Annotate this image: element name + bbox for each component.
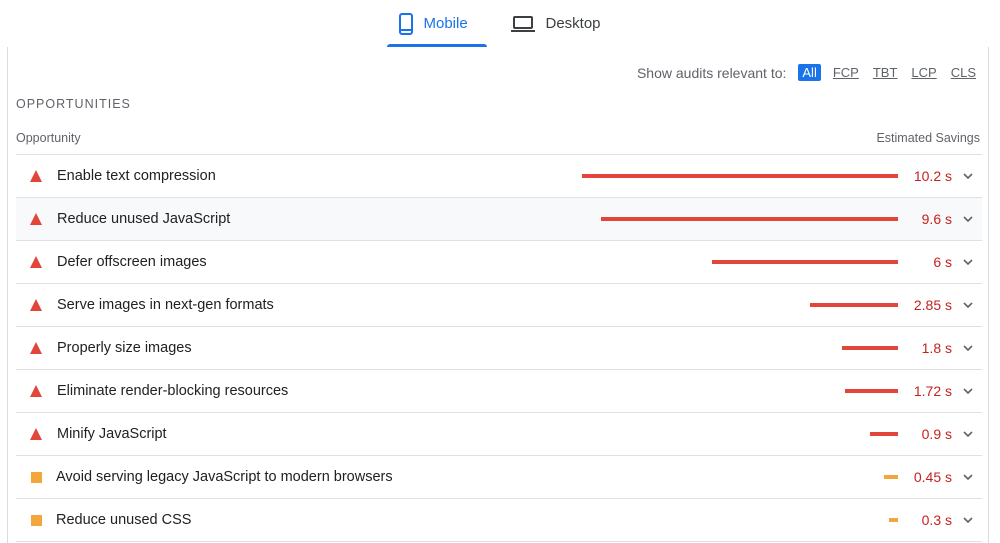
tab-desktop[interactable]: Desktop [499,0,612,47]
tab-desktop-label: Desktop [545,15,601,32]
savings-bar [582,174,898,178]
savings-value: 10.2 s [913,168,952,184]
section-title: OPPORTUNITIES [16,97,131,111]
savings-value: 2.85 s [913,297,952,313]
opportunity-row[interactable]: Properly size images 1.8 s [16,327,982,370]
fail-triangle-icon [30,428,42,440]
opportunity-row[interactable]: Enable text compression 10.2 s [16,155,982,198]
filter-chip-fcp[interactable]: FCP [831,64,861,81]
savings-bar [712,260,898,264]
average-square-icon [31,515,42,526]
opportunity-title: Properly size images [57,340,192,356]
column-header: Opportunity Estimated Savings [16,131,980,145]
chevron-down-icon[interactable] [962,213,974,225]
column-opportunity: Opportunity [16,131,81,145]
average-square-icon [31,472,42,483]
opportunity-title: Minify JavaScript [57,426,167,442]
chevron-down-icon[interactable] [962,385,974,397]
savings-value: 0.3 s [921,512,952,528]
fail-triangle-icon [30,342,42,354]
fail-triangle-icon [30,299,42,311]
opportunity-list: Enable text compression 10.2 s Reduce unus… [16,154,982,542]
opportunity-row[interactable]: Serve images in next-gen formats 2.85 s [16,284,982,327]
fail-triangle-icon [30,213,42,225]
opportunity-row[interactable]: Defer offscreen images 6 s [16,241,982,284]
chevron-down-icon[interactable] [962,428,974,440]
savings-value: 0.9 s [921,426,952,442]
opportunity-title: Avoid serving legacy JavaScript to moder… [56,469,393,485]
smartphone-icon [399,12,414,35]
savings-bar [810,303,898,307]
savings-value: 0.45 s [913,469,952,485]
savings-bar [842,346,898,350]
savings-value: 9.6 s [921,211,952,227]
opportunity-title: Defer offscreen images [57,254,207,270]
savings-value: 6 s [933,254,952,270]
chevron-down-icon[interactable] [962,342,974,354]
tab-mobile[interactable]: Mobile [387,0,488,47]
savings-bar [601,217,898,221]
opportunity-title: Eliminate render-blocking resources [57,383,289,399]
filter-chip-tbt[interactable]: TBT [871,64,900,81]
opportunity-title: Serve images in next-gen formats [57,297,274,313]
filter-chip-all[interactable]: All [798,64,821,81]
opportunity-row[interactable]: Eliminate render-blocking resources 1.72 … [16,370,982,413]
opportunity-row[interactable]: Reduce unused JavaScript 9.6 s [16,198,982,241]
filter-chip-cls[interactable]: CLS [949,64,978,81]
fail-triangle-icon [30,385,42,397]
fail-triangle-icon [30,170,42,182]
opportunity-title: Enable text compression [57,168,216,184]
fail-triangle-icon [30,256,42,268]
chevron-down-icon[interactable] [962,514,974,526]
opportunity-row[interactable]: Minify JavaScript 0.9 s [16,413,982,456]
report-panel: Show audits relevant to: All FCP TBT LCP… [7,47,989,543]
opportunity-row[interactable]: Avoid serving legacy JavaScript to moder… [16,456,982,499]
column-estimated-savings: Estimated Savings [876,131,980,145]
savings-value: 1.72 s [913,383,952,399]
filter-label: Show audits relevant to: [636,64,787,81]
device-tabs: Mobile Desktop [0,0,1000,47]
chevron-down-icon[interactable] [962,299,974,311]
savings-bar [845,389,898,393]
laptop-icon [511,15,536,32]
chevron-down-icon[interactable] [962,256,974,268]
opportunity-row[interactable]: Reduce unused CSS 0.3 s [16,499,982,542]
opportunity-title: Reduce unused JavaScript [57,211,231,227]
audit-filter: Show audits relevant to: All FCP TBT LCP… [637,64,978,81]
filter-chip-lcp[interactable]: LCP [909,64,938,81]
savings-value: 1.8 s [921,340,952,356]
tab-mobile-label: Mobile [423,15,468,32]
opportunity-title: Reduce unused CSS [56,512,192,528]
chevron-down-icon[interactable] [962,170,974,182]
chevron-down-icon[interactable] [962,471,974,483]
